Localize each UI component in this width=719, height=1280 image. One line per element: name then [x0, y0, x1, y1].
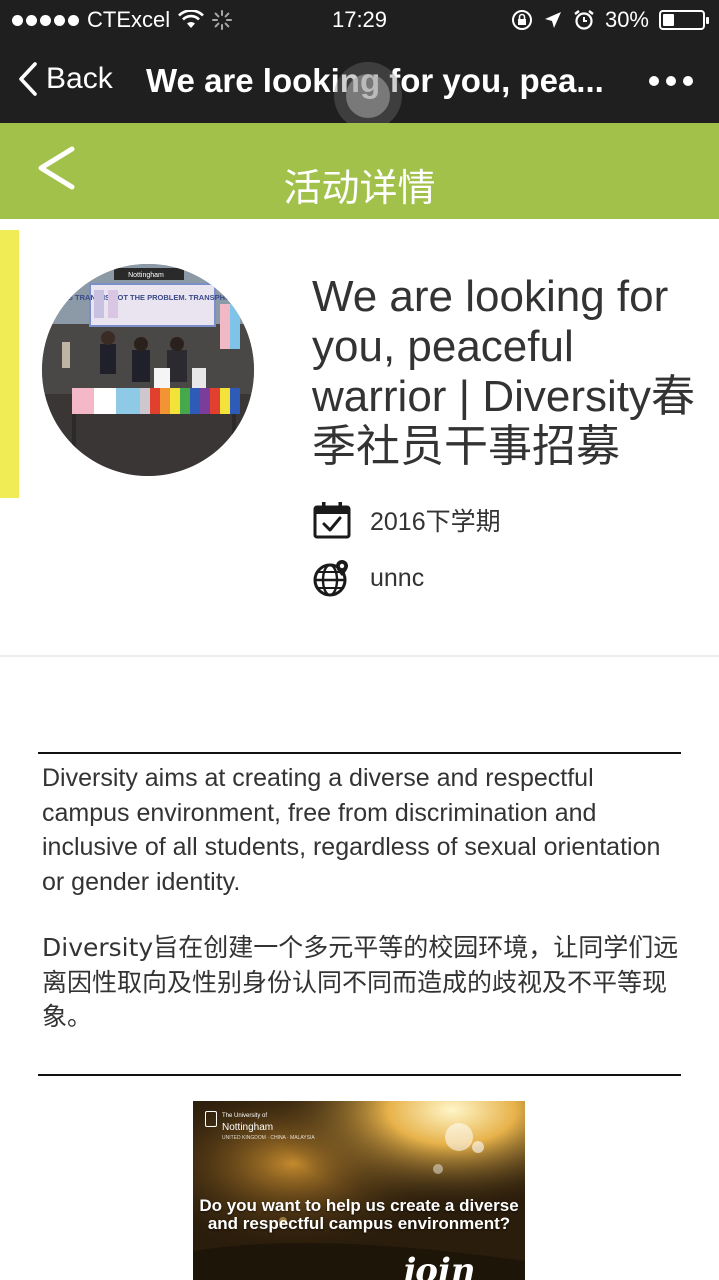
photo-logo-text: Nottingham: [128, 272, 164, 279]
status-right: 30%: [511, 7, 709, 33]
description-english: Diversity aims at creating a diverse and…: [42, 764, 661, 896]
event-location-row: unnc: [312, 558, 424, 598]
logo-line1: The University of: [222, 1113, 268, 1119]
page-title: 活动详情: [283, 166, 436, 210]
photo-banner-text: BEING TRANS IS NOT THE PROBLEM. TRANSPHO…: [49, 293, 254, 302]
event-date: 2016下学期: [370, 508, 501, 536]
poster-script-text: join us!: [403, 1251, 476, 1280]
page-header: 活动详情: [0, 123, 719, 219]
battery-fill: [663, 14, 674, 26]
logo-line3: UNITED KINGDOM · CHINA · MALAYSIA: [222, 1135, 315, 1141]
university-logo: The University of Nottingham UNITED KING…: [205, 1111, 315, 1144]
description-bottom-rule: [38, 1074, 681, 1076]
section-divider: [0, 655, 719, 657]
globe-location-icon: [313, 560, 348, 597]
chevron-left-icon: [19, 62, 37, 96]
location-arrow-icon: [544, 12, 561, 28]
logo-line2: Nottingham: [222, 1122, 274, 1133]
crest-icon: [205, 1111, 217, 1127]
rotation-lock-icon: [511, 10, 532, 30]
event-date-row: 2016下学期: [312, 500, 501, 540]
back-label: Back: [46, 62, 113, 95]
description-top-rule: [38, 752, 681, 754]
more-options-button[interactable]: [649, 76, 693, 86]
status-bar: CTExcel 17:29 30%: [0, 0, 719, 40]
alarm-clock-icon: [574, 10, 594, 30]
recruitment-poster: The University of Nottingham UNITED KING…: [193, 1101, 525, 1280]
description-chinese: Diversity旨在创建一个多元平等的校园环境，让同学们远离因性取向及性别身份…: [42, 933, 679, 1031]
event-title: We are looking for you, peaceful warrior…: [312, 272, 696, 471]
battery-icon: [659, 10, 709, 30]
calendar-check-icon: [313, 502, 351, 539]
floating-assistive-button[interactable]: [334, 62, 402, 130]
event-location: unnc: [370, 563, 425, 592]
battery-percent: 30%: [604, 7, 649, 32]
back-button[interactable]: Back: [18, 62, 113, 96]
accent-bar: [0, 230, 19, 498]
poster-headline: Do you want to help us create a diverse …: [199, 1196, 519, 1233]
wechat-nav-bar: Back We are looking for you, pea...: [0, 40, 719, 130]
event-photo: BEING TRANS IS NOT THE PROBLEM. TRANSPHO…: [42, 264, 254, 476]
